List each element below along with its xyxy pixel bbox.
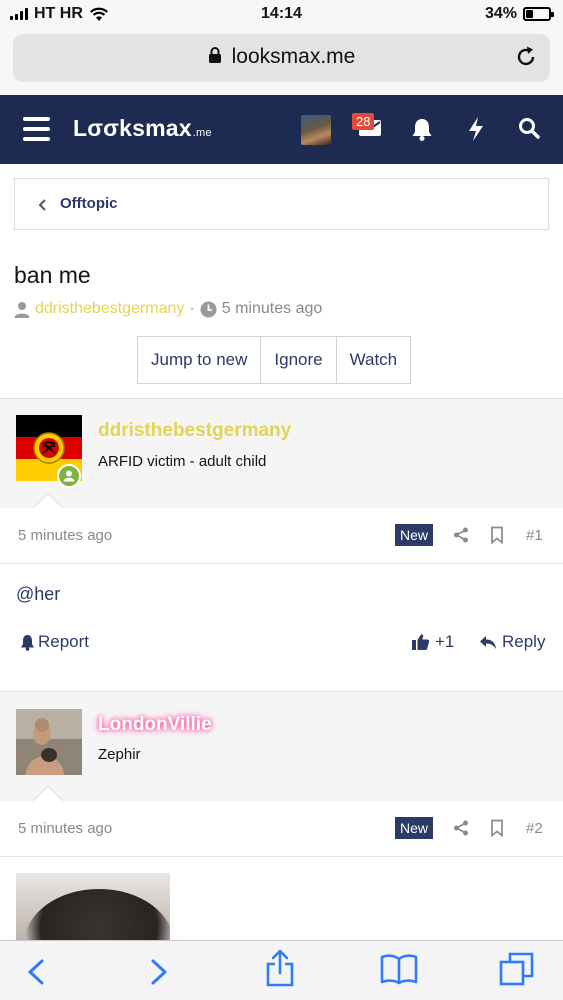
watch-button[interactable]: Watch	[336, 337, 411, 383]
post-author-block: ddristhebestgermany ARFID victim - adult…	[0, 398, 563, 508]
user-avatar[interactable]	[16, 709, 82, 775]
reply-label: Reply	[502, 632, 546, 651]
bookmarks-icon[interactable]	[380, 953, 418, 985]
post-author-block: LondonVillie Zephir	[0, 691, 563, 801]
thread-actions: Jump to new Ignore Watch	[137, 336, 412, 384]
user-title: ARFID victim - adult child	[98, 453, 267, 470]
user-title: Zephir	[98, 746, 141, 763]
status-bar: HT HR 14:14 34%	[0, 0, 563, 30]
reload-icon[interactable]	[514, 45, 538, 69]
search-icon[interactable]	[518, 117, 540, 139]
browser-chrome: looksmax.me	[0, 30, 563, 95]
caret-arrow	[33, 492, 63, 508]
url-display[interactable]: looksmax.me	[13, 45, 550, 69]
post-username[interactable]: ddristhebestgermany	[98, 420, 291, 442]
report-label: Report	[38, 632, 90, 651]
site-header: Lσσksmax.me 28	[0, 95, 563, 164]
url-text: looksmax.me	[231, 45, 356, 68]
forward-icon[interactable]	[149, 959, 169, 985]
tabs-icon[interactable]	[499, 951, 535, 987]
like-button[interactable]: +1	[411, 632, 454, 652]
user-icon	[14, 301, 30, 318]
caret-arrow	[33, 785, 63, 801]
battery-group: 34%	[484, 5, 554, 23]
reaction-count: +1	[435, 632, 455, 651]
post-meta-row: 5 minutes ago New #1	[0, 508, 563, 564]
bookmark-icon[interactable]	[490, 819, 504, 837]
post-time[interactable]: 5 minutes ago	[18, 527, 112, 544]
inbox-badge: 28	[352, 113, 375, 130]
logo-suffix: .me	[192, 127, 212, 139]
post-number[interactable]: #2	[526, 820, 543, 837]
logo-text: Lσσksmax	[73, 115, 192, 141]
clock-icon	[200, 301, 217, 317]
thread-time: 5 minutes ago	[221, 300, 323, 317]
breadcrumb[interactable]: Offtopic	[14, 178, 549, 230]
report-button[interactable]: Report	[20, 632, 89, 652]
battery-percent: 34%	[484, 5, 517, 22]
new-badge: New	[395, 817, 434, 839]
thumbs-up-icon	[412, 634, 430, 650]
bell-icon[interactable]	[411, 117, 433, 141]
post-image[interactable]	[16, 873, 170, 943]
post-time[interactable]: 5 minutes ago	[18, 820, 112, 837]
clock: 14:14	[261, 5, 302, 22]
bolt-icon[interactable]	[467, 116, 485, 142]
user-avatar[interactable]	[301, 115, 331, 145]
lock-icon	[208, 47, 221, 63]
post-meta-row: 5 minutes ago New #2	[0, 801, 563, 857]
address-bar[interactable]: looksmax.me	[13, 34, 550, 82]
reply-button[interactable]: Reply	[479, 632, 545, 652]
new-badge: New	[395, 524, 434, 546]
bookmark-icon[interactable]	[490, 526, 504, 544]
reply-icon	[480, 635, 496, 649]
share-icon[interactable]	[453, 820, 469, 836]
back-icon[interactable]	[26, 959, 46, 985]
share-icon[interactable]	[265, 949, 295, 987]
meta-separator: ·	[189, 300, 195, 317]
post-number[interactable]: #1	[526, 527, 543, 544]
share-icon[interactable]	[453, 527, 469, 543]
page-title: ban me	[14, 262, 91, 288]
chevron-left-icon	[38, 199, 46, 211]
post-actions: Report +1 Reply	[0, 632, 563, 662]
post-content[interactable]: @her	[16, 584, 60, 605]
thread-meta: ddristhebestgermany · 5 minutes ago	[14, 300, 322, 318]
bell-icon	[21, 634, 34, 651]
thread-author-link[interactable]: ddristhebestgermany	[35, 300, 184, 318]
site-logo[interactable]: Lσσksmax.me	[73, 115, 212, 142]
browser-toolbar	[0, 940, 563, 1000]
online-status-icon	[57, 464, 81, 488]
jump-to-new-button[interactable]: Jump to new	[138, 337, 262, 383]
ignore-button[interactable]: Ignore	[261, 337, 337, 383]
breadcrumb-label: Offtopic	[60, 195, 118, 212]
post-username[interactable]: LondonVillie	[98, 714, 212, 736]
battery-icon	[523, 7, 554, 21]
menu-icon[interactable]	[23, 117, 50, 141]
